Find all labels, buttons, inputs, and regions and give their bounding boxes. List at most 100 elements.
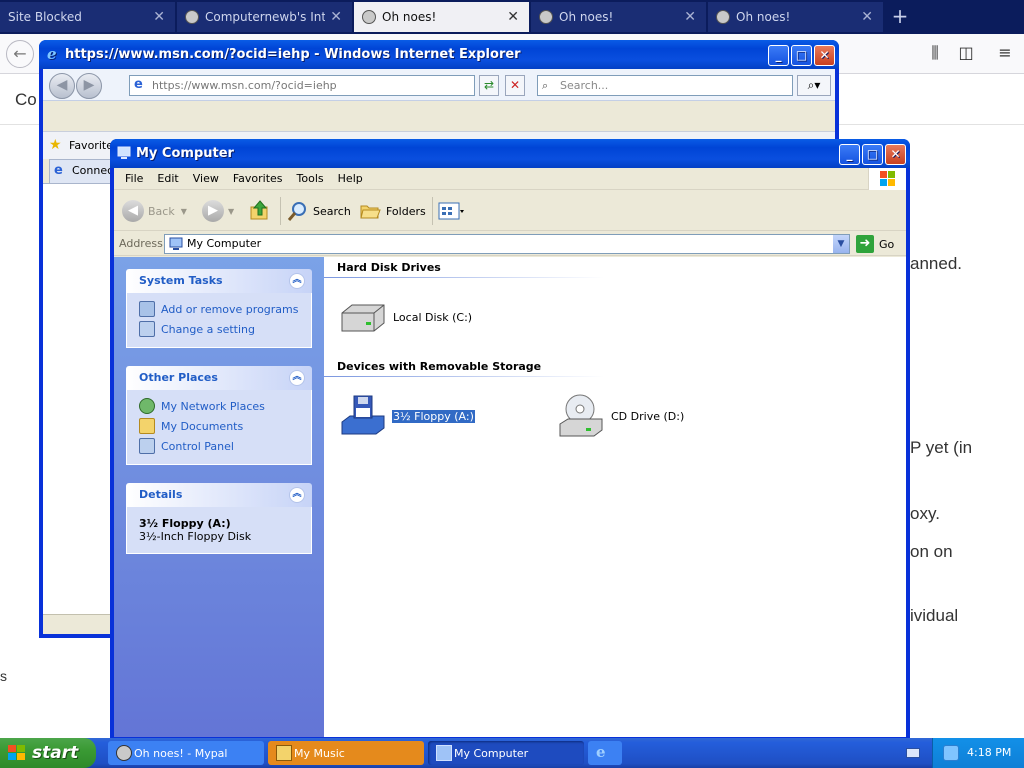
minimize-button[interactable]: _ bbox=[839, 144, 860, 165]
my-computer-body: File Edit View Favorites Tools Help ◀ Ba… bbox=[114, 168, 906, 737]
minimize-button[interactable]: _ bbox=[768, 45, 789, 66]
computer-icon bbox=[116, 145, 132, 161]
tab-site-blocked[interactable]: Site Blocked ✕ bbox=[0, 2, 175, 32]
close-icon[interactable]: ✕ bbox=[684, 9, 696, 25]
file-label: 3½ Floppy (A:) bbox=[391, 408, 476, 424]
ie-logo-icon: e bbox=[596, 743, 606, 761]
panel-header[interactable]: System Tasks ︽ bbox=[126, 269, 312, 293]
group-divider bbox=[324, 277, 604, 278]
menu-view[interactable]: View bbox=[186, 172, 226, 185]
maximize-button[interactable]: □ bbox=[862, 144, 883, 165]
stop-button[interactable]: ✕ bbox=[505, 75, 525, 96]
menu-help[interactable]: Help bbox=[331, 172, 370, 185]
control-panel-link[interactable]: Control Panel bbox=[139, 436, 301, 456]
ie-logo-icon: e bbox=[45, 45, 61, 63]
search-go-button[interactable]: ⌕▾ bbox=[797, 75, 831, 96]
tab-oh-noes-active[interactable]: Oh noes! ✕ bbox=[354, 2, 529, 32]
collapse-icon[interactable]: ︽ bbox=[289, 370, 305, 386]
menu-favorites[interactable]: Favorites bbox=[226, 172, 290, 185]
panel-header[interactable]: Details ︽ bbox=[126, 483, 312, 507]
taskbar: start Oh noes! - Mypal My Music My Compu… bbox=[0, 738, 1024, 768]
keyboard-icon[interactable] bbox=[906, 748, 920, 758]
cd-drive-d[interactable]: CD Drive (D:) bbox=[556, 392, 685, 440]
close-icon[interactable]: ✕ bbox=[330, 9, 342, 25]
search-button[interactable]: Search bbox=[286, 197, 351, 225]
tab-label: Oh noes! bbox=[382, 10, 437, 24]
back-button[interactable]: ◀ bbox=[49, 73, 75, 99]
tab-label: Site Blocked bbox=[8, 10, 82, 24]
forward-button[interactable]: ▶ bbox=[76, 73, 102, 99]
taskbar-button-my-computer[interactable]: My Computer bbox=[428, 741, 584, 765]
views-button[interactable] bbox=[438, 197, 464, 225]
tab-computernewb[interactable]: Computernewb's Intern ✕ bbox=[177, 2, 352, 32]
tab-oh-noes-3[interactable]: Oh noes! ✕ bbox=[708, 2, 883, 32]
window-title: https://www.msn.com/?ocid=iehp - Windows… bbox=[65, 47, 521, 62]
menu-edit[interactable]: Edit bbox=[150, 172, 185, 185]
local-disk-c[interactable]: Local Disk (C:) bbox=[338, 293, 473, 341]
folders-button[interactable]: Folders bbox=[358, 197, 426, 225]
address-dropdown-button[interactable]: ▼ bbox=[833, 235, 849, 253]
menu-file[interactable]: File bbox=[118, 172, 150, 185]
file-label: CD Drive (D:) bbox=[611, 409, 685, 423]
panel-body: Add or remove programs Change a setting bbox=[126, 293, 312, 348]
other-places-title: Other Places bbox=[139, 371, 218, 384]
back-label: Back bbox=[148, 204, 175, 218]
go-arrow-icon: ➜ bbox=[856, 235, 874, 253]
my-documents-link[interactable]: My Documents bbox=[139, 416, 301, 436]
start-label: start bbox=[32, 743, 79, 763]
forward-button[interactable]: ▶ ▼ bbox=[202, 197, 234, 225]
refresh-button[interactable]: ⇄ bbox=[479, 75, 499, 96]
collapse-icon[interactable]: ︽ bbox=[289, 487, 305, 503]
back-button[interactable]: ← bbox=[6, 40, 34, 68]
close-button[interactable]: ✕ bbox=[885, 144, 906, 165]
my-computer-title-bar[interactable]: My Computer _ □ ✕ bbox=[110, 139, 910, 168]
my-network-places-link[interactable]: My Network Places bbox=[139, 396, 301, 416]
menu-tools[interactable]: Tools bbox=[290, 172, 331, 185]
start-button[interactable]: start bbox=[0, 738, 96, 768]
star-icon: ★ bbox=[49, 137, 62, 153]
taskbar-button-ie[interactable]: e bbox=[588, 741, 622, 765]
back-button[interactable]: ◀ Back ▼ bbox=[122, 197, 187, 225]
details-title: Details bbox=[139, 488, 183, 501]
toolbar-separator bbox=[432, 197, 433, 225]
sidebar-icon[interactable]: ◫ bbox=[955, 42, 977, 64]
address-field[interactable]: My Computer ▼ bbox=[164, 234, 850, 254]
up-folder-button[interactable] bbox=[248, 197, 272, 225]
maximize-button[interactable]: □ bbox=[791, 45, 812, 66]
details-item-type: 3½-Inch Floppy Disk bbox=[139, 530, 252, 543]
task-label: Add or remove programs bbox=[161, 302, 299, 316]
ie-address-field[interactable]: e https://www.msn.com/?ocid=iehp bbox=[129, 75, 475, 96]
tab-oh-noes-2[interactable]: Oh noes! ✕ bbox=[531, 2, 706, 32]
ie-nav-bar: ◀ ▶ e https://www.msn.com/?ocid=iehp ⇄ ✕… bbox=[43, 69, 835, 101]
windows-logo-icon bbox=[8, 745, 25, 760]
close-icon[interactable]: ✕ bbox=[507, 9, 519, 25]
network-icon[interactable] bbox=[943, 745, 959, 761]
page-text-fragment: Co bbox=[15, 90, 37, 109]
floppy-drive-a[interactable]: 3½ Floppy (A:) bbox=[338, 392, 476, 440]
add-remove-programs-link[interactable]: Add or remove programs bbox=[139, 299, 301, 319]
ie-search-field[interactable]: ⌕ Search... bbox=[537, 75, 793, 96]
menu-icon[interactable]: ≡ bbox=[994, 42, 1016, 64]
address-label: Address bbox=[119, 237, 163, 250]
forward-arrow-icon: ▶ bbox=[202, 200, 224, 222]
tab-label: Computernewb's Intern bbox=[205, 10, 325, 24]
task-label: My Documents bbox=[161, 419, 244, 433]
system-tasks-panel: System Tasks ︽ Add or remove programs Ch… bbox=[126, 269, 312, 348]
globe-icon bbox=[185, 10, 199, 24]
globe-icon bbox=[362, 10, 376, 24]
taskbar-button-mypal[interactable]: Oh noes! - Mypal bbox=[108, 741, 264, 765]
group-divider bbox=[324, 376, 604, 377]
library-icon[interactable]: ⫼ bbox=[924, 42, 946, 64]
close-icon[interactable]: ✕ bbox=[153, 9, 165, 25]
go-button[interactable]: ➜ Go bbox=[856, 235, 894, 253]
panel-header[interactable]: Other Places ︽ bbox=[126, 366, 312, 390]
ie-title-bar[interactable]: e https://www.msn.com/?ocid=iehp - Windo… bbox=[39, 40, 839, 69]
close-icon[interactable]: ✕ bbox=[861, 9, 873, 25]
close-button[interactable]: ✕ bbox=[814, 45, 835, 66]
taskbar-button-my-music[interactable]: My Music bbox=[268, 741, 424, 765]
window-title: My Computer bbox=[136, 146, 234, 161]
new-tab-button[interactable]: + bbox=[888, 4, 912, 28]
page-text-fragment: P yet (in bbox=[910, 438, 973, 457]
collapse-icon[interactable]: ︽ bbox=[289, 273, 305, 289]
change-setting-link[interactable]: Change a setting bbox=[139, 319, 301, 339]
